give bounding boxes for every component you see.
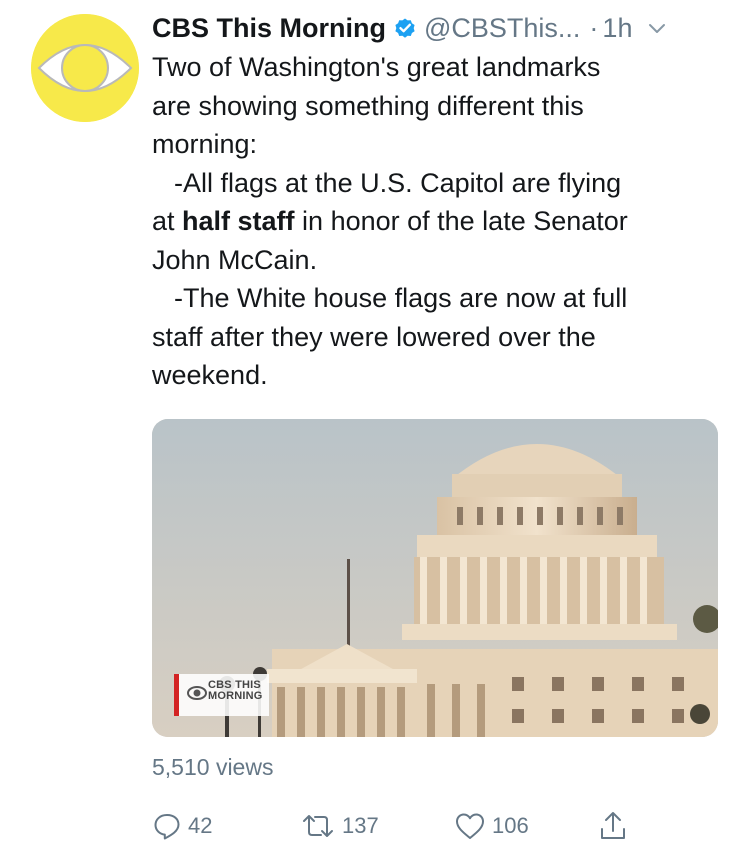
text-line: John McCain.	[152, 244, 318, 275]
view-count: 5,510 views	[152, 754, 274, 780]
reply-count: 42	[188, 813, 213, 838]
tweet-header: CBS This Morning @CBSThis... · 1h	[152, 8, 737, 48]
text-line: staff after they were lowered over the	[152, 321, 596, 352]
timestamp[interactable]: 1h	[602, 13, 632, 44]
share-button[interactable]	[598, 808, 628, 844]
tweet-text: Two of Washington's great landmarks are …	[152, 48, 737, 395]
avatar[interactable]	[31, 14, 139, 122]
retweet-icon	[303, 815, 333, 837]
video-thumbnail[interactable]: CBS THIS MORNING	[152, 419, 718, 737]
like-count: 106	[492, 813, 529, 838]
text-line: weekend.	[152, 360, 268, 390]
bold-text: half staff	[182, 206, 295, 236]
text-fragment: in honor of the late Senator	[294, 206, 628, 236]
text-line: are showing something different this	[152, 90, 584, 121]
text-fragment: at	[152, 206, 183, 236]
cbs-eye-logo	[31, 14, 139, 122]
share-icon	[601, 812, 625, 839]
like-button[interactable]: 106	[454, 808, 529, 844]
separator-dot: ·	[589, 12, 599, 43]
reply-button[interactable]: 42	[152, 808, 212, 844]
tweet-actions: 42 137 106	[152, 808, 737, 844]
retweet-button[interactable]: 137	[300, 808, 379, 844]
chevron-down-icon[interactable]	[646, 17, 668, 39]
text-line: Two of Washington's great landmarks	[152, 52, 601, 82]
verified-badge-icon	[393, 16, 417, 40]
text-line: morning:	[152, 129, 258, 159]
retweet-count: 137	[342, 813, 379, 838]
cbs-watermark: CBS THIS MORNING	[208, 680, 263, 702]
heart-icon	[456, 813, 484, 839]
text-line: -The White house flags are now at full	[174, 283, 628, 313]
text-line-with-emphasis: at half staff in honor of the late Senat…	[152, 202, 737, 241]
watermark-line: MORNING	[208, 690, 263, 702]
text-line: -All flags at the U.S. Capitol are flyin…	[174, 167, 622, 198]
display-name[interactable]: CBS This Morning	[152, 13, 386, 44]
user-handle[interactable]: @CBSThis...	[424, 13, 580, 44]
reply-icon	[154, 814, 180, 840]
